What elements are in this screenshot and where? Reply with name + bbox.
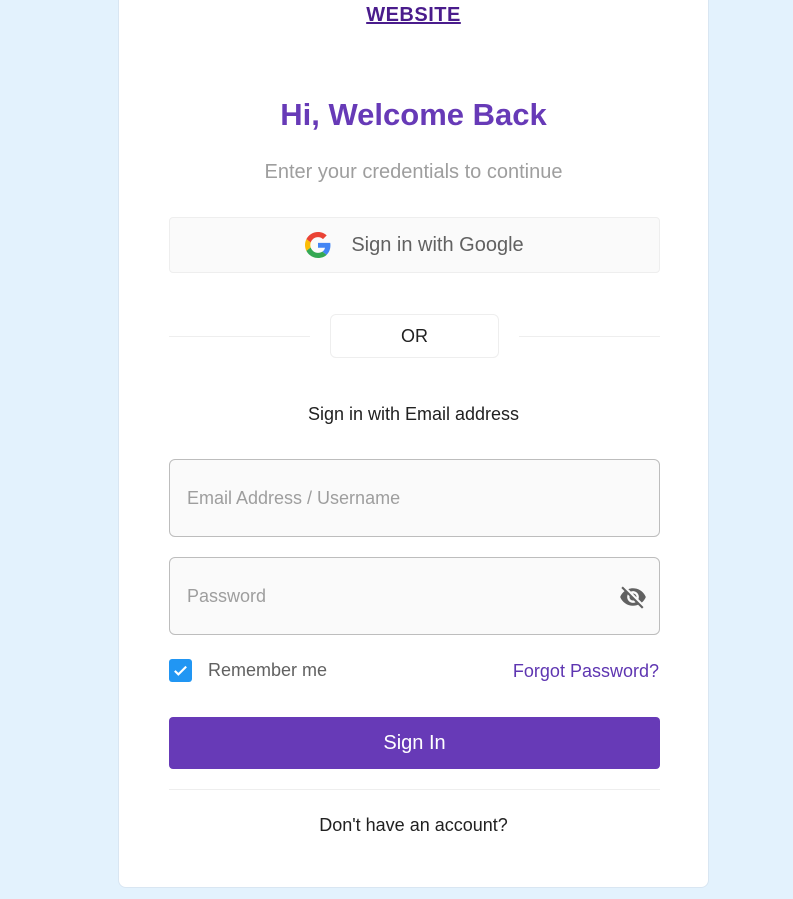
forgot-password-link[interactable]: Forgot Password? — [513, 661, 659, 682]
page-title: Hi, Welcome Back — [280, 97, 547, 132]
google-icon — [305, 232, 331, 258]
website-logo-link[interactable]: WEBSITE — [366, 4, 461, 26]
footer-divider — [169, 789, 660, 790]
remember-me-checkbox[interactable]: Remember me — [169, 659, 327, 682]
checkbox-checked-icon[interactable] — [169, 659, 192, 682]
email-input[interactable] — [170, 460, 659, 536]
google-signin-button[interactable]: Sign in with Google — [169, 217, 660, 273]
logo: WEBSITE — [119, 4, 708, 27]
remember-me-label: Remember me — [208, 660, 328, 680]
divider-left — [169, 336, 310, 337]
login-card: WEBSITE Hi, Welcome Back Enter your cred… — [118, 0, 709, 888]
signup-link[interactable]: Don't have an account? — [119, 815, 708, 836]
or-divider: OR — [330, 314, 499, 358]
google-signin-label: Sign in with Google — [351, 233, 524, 256]
password-input[interactable] — [170, 558, 659, 634]
password-field[interactable] — [169, 557, 660, 635]
eye-off-icon[interactable] — [619, 583, 647, 611]
sign-in-button[interactable]: Sign In — [169, 717, 660, 769]
email-field[interactable] — [169, 459, 660, 537]
email-signin-caption: Sign in with Email address — [307, 404, 520, 424]
divider-right — [519, 336, 660, 337]
page-subtitle: Enter your credentials to continue — [264, 161, 563, 183]
